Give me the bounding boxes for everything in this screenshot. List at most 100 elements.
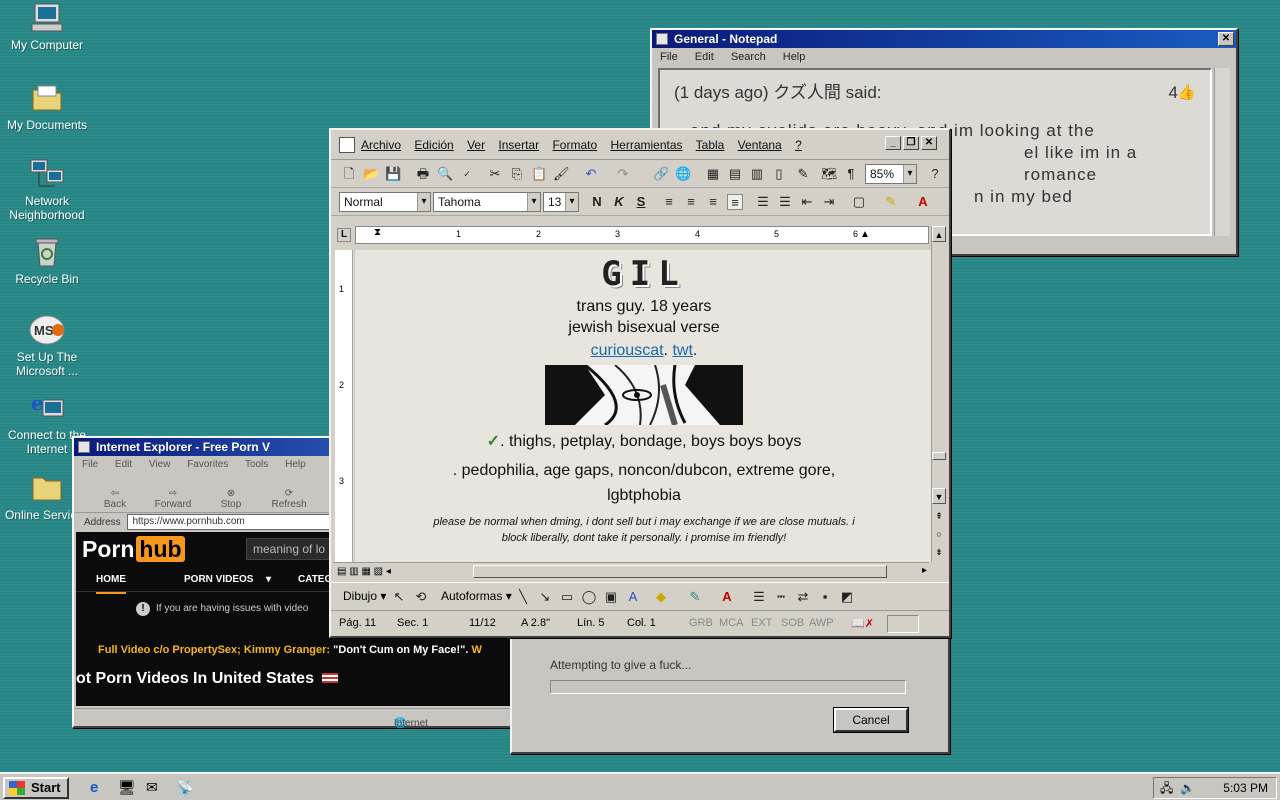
ie-quicklaunch-icon[interactable]: e xyxy=(90,779,98,796)
tab-selector[interactable]: L xyxy=(337,228,351,242)
drawing-icon[interactable]: ✎ xyxy=(795,166,811,182)
desktop-icon-network[interactable]: Network Neighborhood xyxy=(0,158,94,222)
menu-favorites[interactable]: Favorites xyxy=(187,459,228,470)
arrow-style-icon[interactable]: ⇄ xyxy=(795,589,811,605)
menu-view[interactable]: View xyxy=(149,459,171,470)
line-color-icon[interactable]: ✎ xyxy=(687,589,703,605)
menu-formato[interactable]: Formato xyxy=(552,138,597,152)
scroll-thumb[interactable] xyxy=(932,452,946,460)
bullets-icon[interactable]: ☰ xyxy=(777,194,793,210)
channels-quicklaunch-icon[interactable]: 📡 xyxy=(176,779,193,796)
tables-borders-icon[interactable]: ▦ xyxy=(705,166,721,182)
site-logo[interactable]: Porn hub xyxy=(82,536,185,563)
nav-porn-videos[interactable]: PORN VIDEOS xyxy=(184,568,253,592)
autoformas-menu[interactable]: Autoformas ▾ xyxy=(441,589,512,603)
right-indent-marker[interactable]: ▲ xyxy=(860,229,870,240)
menu-file[interactable]: File xyxy=(82,459,98,470)
clock[interactable]: 5:03 PM xyxy=(1223,778,1268,798)
vertical-scrollbar[interactable]: ▲ ▼ ⇞ ○ ⇟ xyxy=(931,226,947,562)
numbering-icon[interactable]: ☰ xyxy=(755,194,771,210)
menu-ver[interactable]: Ver xyxy=(467,138,485,152)
align-center-icon[interactable]: ≡ xyxy=(683,194,699,210)
paste-icon[interactable]: 📋 xyxy=(531,166,547,182)
status-grb[interactable]: GRB xyxy=(689,617,713,629)
menu-file[interactable]: File xyxy=(660,51,678,63)
justify-icon[interactable]: ≡ xyxy=(727,194,743,210)
menu-help[interactable]: Help xyxy=(285,459,306,470)
print-icon[interactable]: 🖶 xyxy=(415,166,431,182)
arrow-icon[interactable]: ↘ xyxy=(537,589,553,605)
notepad-scrollbar[interactable] xyxy=(1214,68,1230,236)
menu-archivo[interactable]: Archivo xyxy=(361,138,401,152)
close-button[interactable]: ✕ xyxy=(921,136,937,150)
stop-button[interactable]: ⊗ Stop xyxy=(202,488,260,510)
dash-style-icon[interactable]: ┅ xyxy=(773,589,789,605)
office-assistant-icon[interactable]: ? xyxy=(927,166,943,182)
back-button[interactable]: ⇦ Back xyxy=(86,488,144,510)
shadow-icon[interactable]: ▪ xyxy=(817,589,833,605)
nav-categories[interactable]: CATEG xyxy=(298,568,332,592)
redo-icon[interactable]: ↷ xyxy=(615,166,631,182)
menu-ventana[interactable]: Ventana xyxy=(738,138,782,152)
cut-icon[interactable]: ✂ xyxy=(487,166,503,182)
word-window[interactable]: Archivo Edición Ver Insertar Formato Her… xyxy=(329,128,951,638)
show-hide-icon[interactable]: ¶ xyxy=(843,166,859,182)
new-document-icon[interactable]: 🗋 xyxy=(341,166,357,182)
select-objects-icon[interactable]: ↖ xyxy=(391,589,407,605)
next-page-icon[interactable]: ⇟ xyxy=(932,544,946,560)
nav-home[interactable]: HOME xyxy=(96,568,126,594)
oval-icon[interactable]: ◯ xyxy=(581,589,597,605)
menu-edit[interactable]: Edit xyxy=(695,51,714,63)
scroll-up-icon[interactable]: ▲ xyxy=(932,226,946,242)
restore-button[interactable]: ❐ xyxy=(903,136,919,150)
rectangle-icon[interactable]: ▭ xyxy=(559,589,575,605)
hyperlink-icon[interactable]: 🔗 xyxy=(653,166,669,182)
menu-help[interactable]: Help xyxy=(783,51,806,63)
previous-page-icon[interactable]: ⇞ xyxy=(932,508,946,524)
font-color-icon[interactable]: A xyxy=(915,194,931,210)
desktop-icon-my-computer[interactable]: My Computer xyxy=(0,2,94,52)
font-select[interactable]: Tahoma xyxy=(433,192,541,212)
refresh-button[interactable]: ⟳ Refresh xyxy=(260,488,318,510)
horizontal-scrollbar[interactable]: ▤ ▥ ▦ ▧ ◂ ▸ xyxy=(333,562,929,580)
spelling-status-icon[interactable]: 📖✗ xyxy=(851,617,874,630)
notepad-titlebar[interactable]: General - Notepad ✕ xyxy=(652,30,1236,48)
save-icon[interactable]: 💾 xyxy=(385,166,401,182)
font-size-select[interactable]: 13 xyxy=(543,192,579,212)
increase-indent-icon[interactable]: ⇥ xyxy=(821,194,837,210)
link-twt[interactable]: twt xyxy=(672,342,692,359)
align-left-icon[interactable]: ≡ xyxy=(661,194,677,210)
borders-icon[interactable]: ▢ xyxy=(851,194,867,210)
link-curiouscat[interactable]: curiouscat xyxy=(591,342,664,359)
undo-icon[interactable]: ↶ xyxy=(583,166,599,182)
line-style-icon[interactable]: ☰ xyxy=(751,589,767,605)
desktop-icon-recycle-bin[interactable]: Recycle Bin xyxy=(0,236,94,286)
bold-icon[interactable]: N xyxy=(589,194,605,210)
underline-icon[interactable]: S xyxy=(633,194,649,210)
forward-button[interactable]: ⇨ Forward xyxy=(144,488,202,510)
volume-icon[interactable]: 🔈 xyxy=(1180,778,1195,798)
promo-line[interactable]: Full Video c/o PropertySex; Kimmy Grange… xyxy=(98,644,482,656)
3d-icon[interactable]: ◩ xyxy=(839,589,855,605)
highlight-icon[interactable]: ✎ xyxy=(883,194,899,210)
text-box-icon[interactable]: ▣ xyxy=(603,589,619,605)
menu-help[interactable]: ? xyxy=(795,138,802,152)
decrease-indent-icon[interactable]: ⇤ xyxy=(799,194,815,210)
spelling-icon[interactable]: ✓ xyxy=(459,166,475,182)
cancel-button[interactable]: Cancel xyxy=(833,707,909,733)
menu-edit[interactable]: Edit xyxy=(115,459,132,470)
scroll-thumb[interactable] xyxy=(473,565,887,578)
status-sob[interactable]: SOB xyxy=(781,617,804,629)
start-button[interactable]: Start xyxy=(3,777,69,799)
document-icon[interactable] xyxy=(339,137,355,153)
progress-dialog[interactable]: Attempting to give a fuck... Cancel xyxy=(510,630,950,754)
free-rotate-icon[interactable]: ⟲ xyxy=(413,589,429,605)
desktop-quicklaunch-icon[interactable]: 🖥 xyxy=(118,779,136,796)
menu-tools[interactable]: Tools xyxy=(245,459,268,470)
copy-icon[interactable]: ⎘ xyxy=(509,166,525,182)
horizontal-ruler[interactable]: 1 2 3 4 5 6 ⧗ ▲ xyxy=(355,226,929,244)
insert-excel-icon[interactable]: ▥ xyxy=(749,166,765,182)
insert-table-icon[interactable]: ▤ xyxy=(727,166,743,182)
menu-search[interactable]: Search xyxy=(731,51,766,63)
style-select[interactable]: Normal xyxy=(339,192,431,212)
